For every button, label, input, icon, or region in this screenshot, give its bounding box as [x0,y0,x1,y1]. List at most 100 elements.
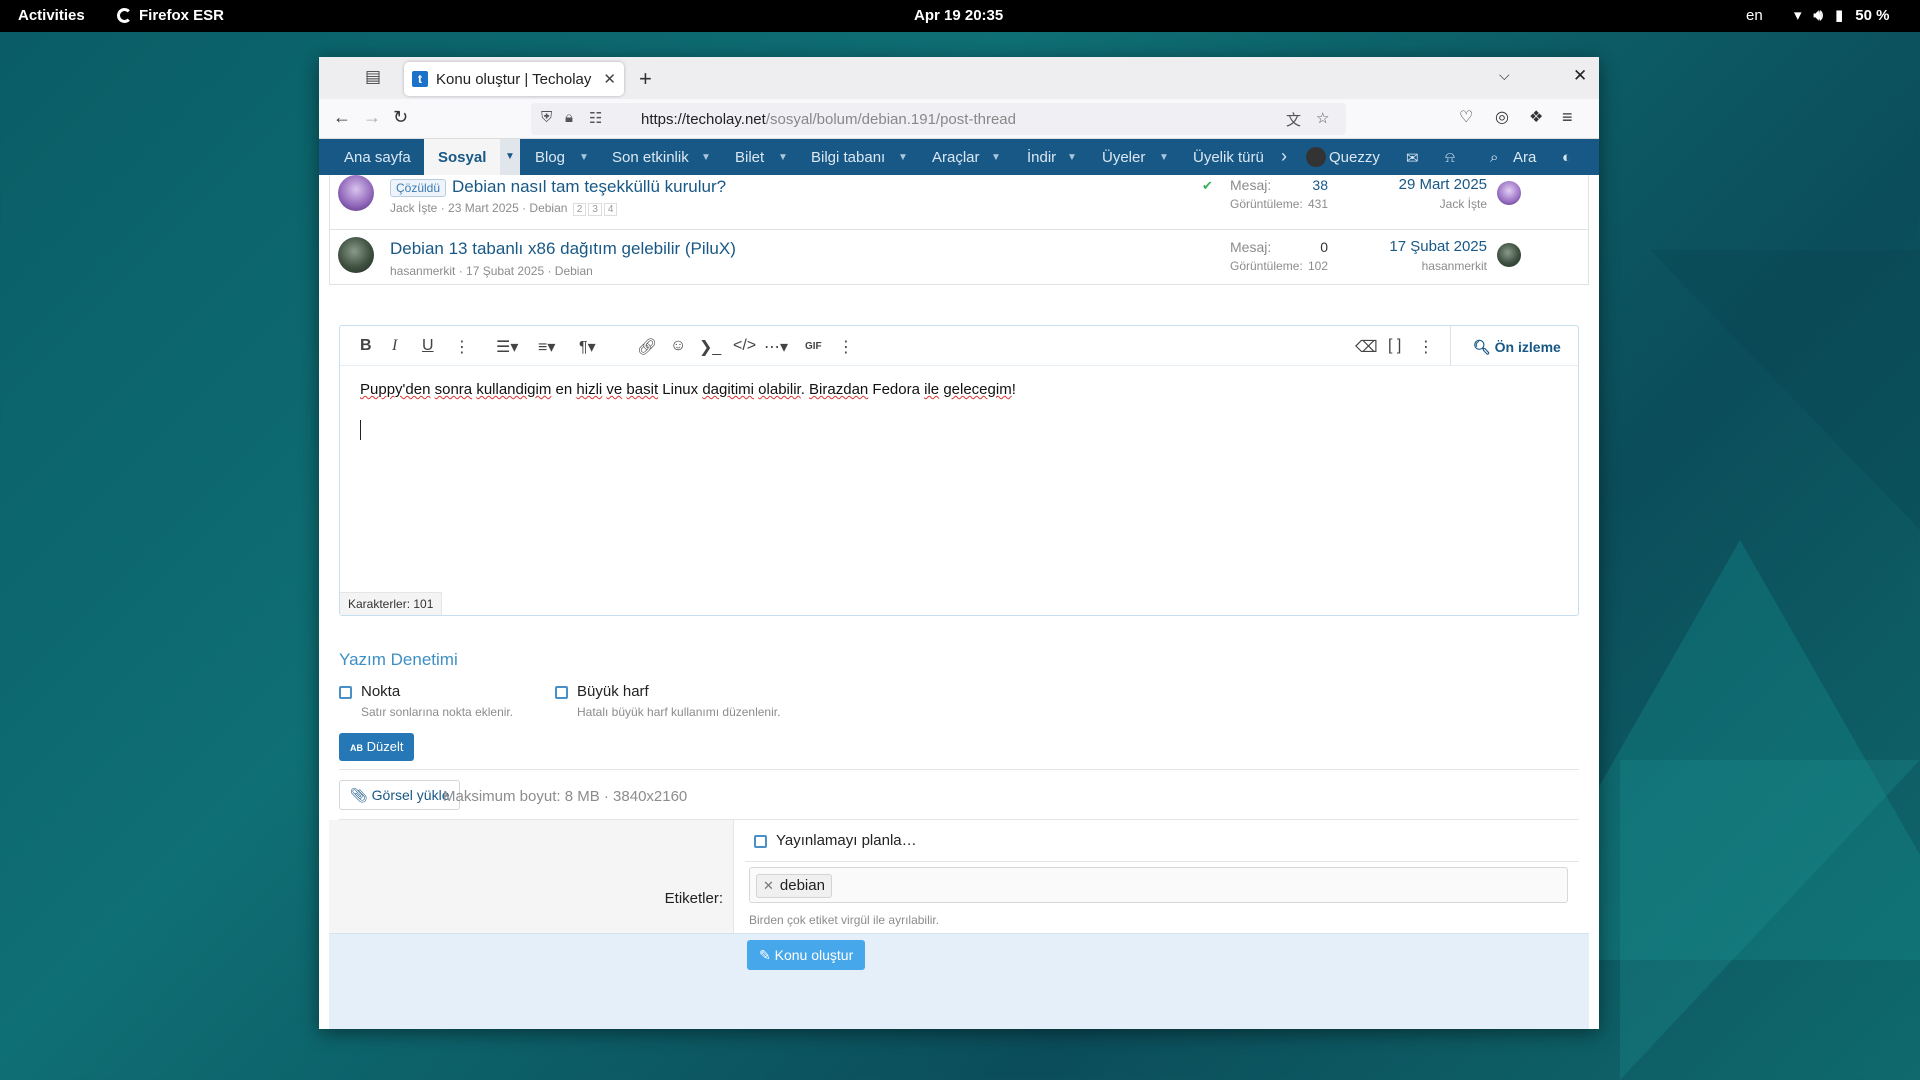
app-menu[interactable]: Firefox ESR [117,7,224,24]
bell-icon[interactable]: ⍾ [1445,149,1455,166]
more-vertical-icon[interactable]: ⋮ [1418,337,1434,357]
forward-icon[interactable]: → [363,107,381,128]
thread-title[interactable]: Debian 13 tabanlı x86 dağıtım gelebilir … [390,239,736,259]
more-text-options-icon[interactable]: ⋮ [454,337,470,357]
italic-icon[interactable]: I [392,337,397,355]
window-close-icon[interactable]: ✕ [1573,66,1587,86]
avatar[interactable] [338,175,374,211]
solved-badge[interactable]: Çözüldü [390,179,447,197]
avatar[interactable] [338,237,374,273]
new-tab-icon[interactable]: + [639,66,652,92]
views-count: 431 [1307,197,1328,211]
more-options-icon[interactable]: ⋮ [838,337,854,357]
more-insert-icon[interactable]: ⋯▾ [764,337,788,357]
editor-content[interactable]: Puppy'den sonra kullandigim en hizli ve … [360,381,1016,398]
chevron-down-icon[interactable]: ▼ [898,152,908,163]
permissions-icon[interactable]: ☷ [589,109,602,127]
views-count: 102 [1307,259,1328,273]
lock-icon[interactable]: 🔒︎ [565,109,573,126]
schedule-checkbox[interactable] [754,835,767,848]
gif-icon[interactable]: GIF [805,341,822,352]
fix-button[interactable]: AB Düzelt [339,733,415,761]
bold-icon[interactable]: B [360,337,372,355]
preview-button[interactable]: 🔍︎ Ön izleme [1450,326,1578,366]
nav-download[interactable]: İndir [1027,149,1056,166]
reload-icon[interactable]: ↻ [393,107,408,128]
remove-tag-icon[interactable]: ✕ [763,878,774,893]
translate-icon[interactable]: 文 [1286,109,1301,130]
period-checkbox[interactable] [339,686,352,699]
nav-home[interactable]: Ana sayfa [344,149,411,166]
nav-search[interactable]: Ara [1513,149,1536,166]
period-label[interactable]: Nokta [361,683,400,700]
keyboard-layout[interactable]: en [1746,7,1763,24]
hamburger-menu-icon[interactable]: ≡ [1562,107,1573,128]
nav-members[interactable]: Üyeler [1102,149,1145,166]
theme-toggle-icon[interactable]: ◐ [1562,149,1571,166]
url-bar[interactable]: ⛨ 🔒︎ ☷ https://techolay.net/sosyal/bolum… [531,103,1346,135]
capital-label[interactable]: Büyük harf [577,683,649,700]
account-icon[interactable]: ◎ [1495,107,1509,127]
tags-input[interactable]: ✕ debian [749,867,1568,903]
nav-kb[interactable]: Bilgi tabanı [811,149,885,166]
emoji-icon[interactable]: ☺ [670,337,686,355]
capital-checkbox[interactable] [555,686,568,699]
divider [745,861,1579,862]
activities-button[interactable]: Activities [18,7,85,24]
thread-row[interactable]: Debian 13 tabanlı x86 dağıtım gelebilir … [329,230,1589,285]
bbcode-toggle-icon[interactable]: [ ] [1388,337,1401,355]
tag-chip[interactable]: ✕ debian [756,874,832,898]
thread-row[interactable]: Çözüldü Debian nasıl tam teşekküllü kurul… [329,175,1589,230]
avatar[interactable] [1497,181,1521,205]
chevron-down-icon[interactable]: ▼ [778,152,788,163]
chevron-right-icon[interactable]: › [1281,146,1287,167]
search-icon[interactable]: ⌕ [1490,149,1498,166]
system-tray[interactable]: ▾ 🔊︎ ▮ 50 % [1794,6,1889,25]
chevron-down-icon[interactable]: ▼ [1067,152,1077,163]
avatar[interactable] [1497,243,1521,267]
chevron-down-icon[interactable]: ▼ [1159,152,1169,163]
nav-tools[interactable]: Araçlar [932,149,980,166]
inbox-icon[interactable]: ✉ [1406,149,1419,167]
list-icon[interactable]: ☰▾ [496,337,518,357]
nav-sosyal[interactable]: Sosyal ▼ [424,139,520,175]
code-inline-icon[interactable]: ❯_ [699,337,721,357]
chevron-down-icon[interactable]: ⌵ [1499,67,1510,84]
link-icon[interactable]: 🔗︎ [637,337,657,357]
nav-blog[interactable]: Blog [535,149,565,166]
eraser-icon[interactable]: ⌫ [1355,337,1378,357]
chevron-down-icon[interactable]: ▼ [991,152,1001,163]
nav-membership[interactable]: Üyelik türü [1193,149,1264,166]
avatar[interactable] [1306,147,1326,167]
shield-icon[interactable]: ⛨ [541,109,552,126]
last-post-user[interactable]: Jack İşte [1380,197,1487,211]
last-post-date[interactable]: 29 Mart 2025 [1380,176,1487,193]
back-icon[interactable]: ← [333,107,351,128]
close-tab-icon[interactable]: ✕ [603,70,616,88]
tab-active[interactable]: t Konu oluştur | Techolay S ✕ [404,62,624,96]
schedule-label[interactable]: Yayınlamayı planla… [776,832,917,849]
message-editor[interactable]: B I U ⋮ ☰▾ ≡▾ ¶▾ 🔗︎ ☺ ❯_ </> ⋯▾ GIF ⋮ ⌫ … [339,325,1579,616]
paragraph-icon[interactable]: ¶▾ [579,337,596,357]
chevron-down-icon[interactable]: ▼ [500,139,520,175]
nav-recent[interactable]: Son etkinlik [612,149,689,166]
pocket-icon[interactable]: ♡ [1459,107,1473,127]
bookmark-star-icon[interactable]: ☆ [1316,109,1329,127]
url-text[interactable]: https://techolay.net/sosyal/bolum/debian… [641,111,1016,128]
clock[interactable]: Apr 19 20:35 [914,7,1003,24]
align-icon[interactable]: ≡▾ [538,337,555,357]
replies-count[interactable]: 38 [1290,177,1328,193]
app-name: Firefox ESR [139,7,225,24]
underline-icon[interactable]: U [422,337,434,355]
last-post-user[interactable]: hasanmerkit [1380,259,1487,273]
chevron-down-icon[interactable]: ▼ [701,152,711,163]
last-post-date[interactable]: 17 Şubat 2025 [1380,238,1487,255]
chevron-down-icon[interactable]: ▼ [579,152,589,163]
code-block-icon[interactable]: </> [733,337,756,355]
nav-user[interactable]: Quezzy [1329,149,1380,166]
create-thread-button[interactable]: ✎ Konu oluştur [747,940,866,970]
tab-list-icon[interactable]: ▤ [363,67,383,87]
extensions-icon[interactable]: ❖ [1529,107,1543,127]
thread-title[interactable]: Çözüldü Debian nasıl tam teşekküllü kurul… [390,177,726,197]
nav-ticket[interactable]: Bilet [735,149,764,166]
